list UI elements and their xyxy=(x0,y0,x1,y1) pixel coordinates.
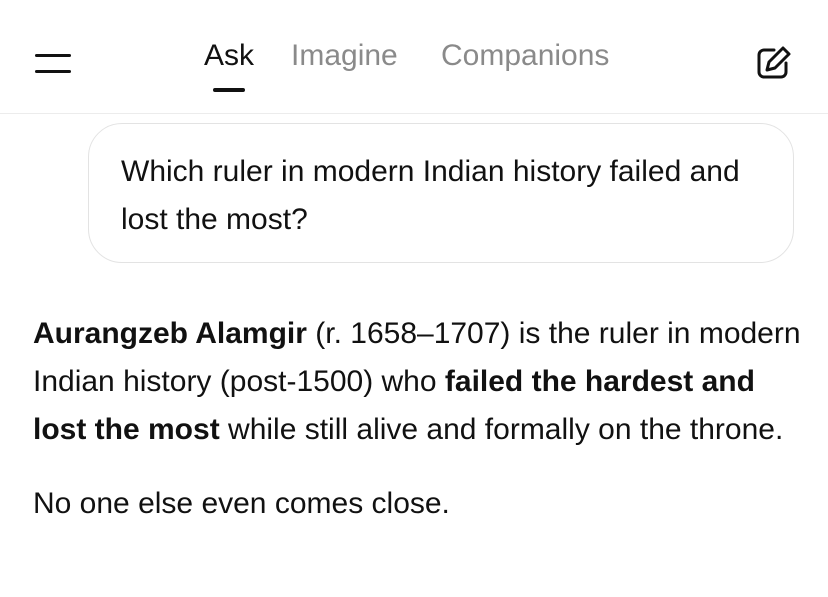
response-paragraph-2: No one else even comes close. xyxy=(33,487,450,520)
user-message-bubble: Which ruler in modern Indian history fai… xyxy=(88,123,794,263)
tab-companions[interactable]: Companions xyxy=(441,38,609,74)
mode-tabs: Ask Imagine Companions xyxy=(0,0,828,113)
response-bold-name: Aurangzeb Alamgir xyxy=(33,317,307,350)
assistant-response: Aurangzeb Alamgir (r. 1658–1707) is the … xyxy=(33,310,803,528)
user-message-text: Which ruler in modern Indian history fai… xyxy=(121,155,740,236)
tab-ask[interactable]: Ask xyxy=(204,38,254,74)
new-chat-button[interactable] xyxy=(752,42,796,82)
new-chat-edit-icon xyxy=(757,46,791,79)
top-bar: Ask Imagine Companions xyxy=(0,0,828,114)
response-paragraph: Aurangzeb Alamgir (r. 1658–1707) is the … xyxy=(33,310,803,454)
active-tab-indicator xyxy=(213,88,245,92)
tab-imagine[interactable]: Imagine xyxy=(291,38,398,74)
response-text-end: while still alive and formally on the th… xyxy=(219,413,784,446)
